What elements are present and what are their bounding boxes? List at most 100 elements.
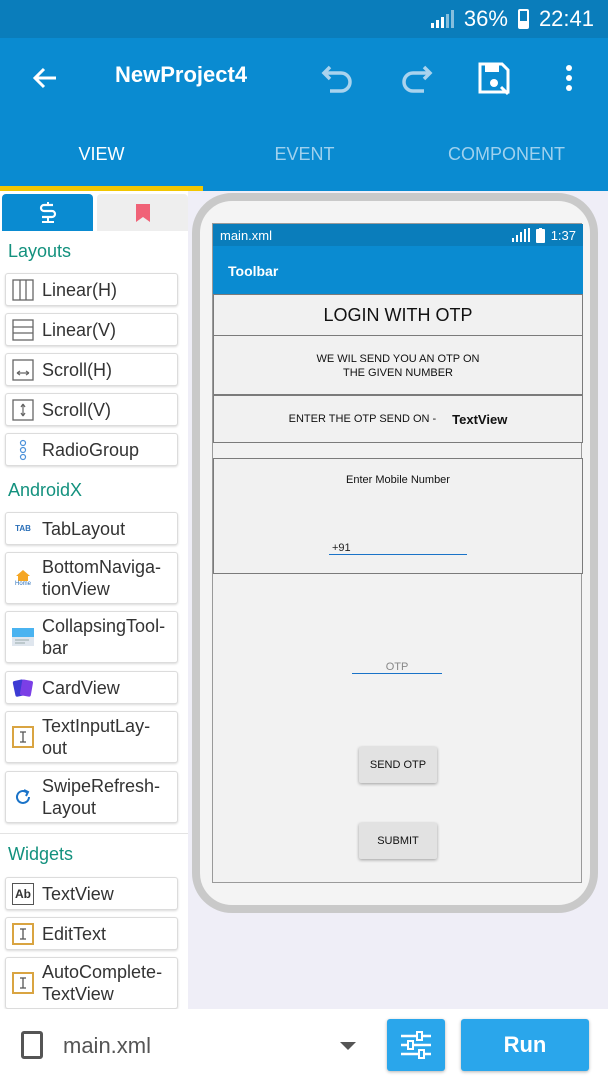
section-layouts: Layouts: [8, 241, 72, 261]
preview-info-text[interactable]: WE WIL SEND YOU AN OTP ON THE GIVEN NUMB…: [213, 335, 583, 395]
palette-item-label: CollapsingTool- bar: [42, 616, 166, 658]
submit-button[interactable]: SUBMIT: [359, 823, 437, 859]
phone-frame: main.xml 1:37 Toolbar LOGIN WITH OTP WE …: [192, 193, 598, 913]
preview-battery-icon: [535, 227, 545, 243]
sliders-icon: [401, 1031, 431, 1059]
file-icon: [21, 1031, 43, 1059]
palette-item-label: BottomNaviga- tionView: [42, 557, 162, 599]
status-bar: 36% 22:41: [0, 0, 608, 38]
palette-item-label: AutoComplete- TextView: [42, 962, 163, 1004]
palette-tab-bookmarks[interactable]: [97, 194, 188, 231]
preview-clock: 1:37: [550, 227, 576, 243]
scroll-h-icon: [12, 358, 34, 381]
save-icon[interactable]: [474, 58, 514, 98]
card-view-icon: [12, 677, 34, 699]
palette-tabs: [2, 194, 188, 231]
more-options-icon[interactable]: [549, 58, 589, 98]
palette-item-collapsingtoolbar[interactable]: CollapsingTool- bar: [5, 611, 178, 663]
scroll-v-icon: [12, 398, 34, 421]
mobile-label: Enter Mobile Number: [346, 474, 450, 486]
edit-text-icon: [12, 922, 34, 945]
back-arrow-icon[interactable]: [25, 58, 65, 98]
preview-toolbar[interactable]: Toolbar: [213, 246, 583, 294]
send-otp-button[interactable]: SEND OTP: [359, 747, 437, 783]
preview-screen: main.xml 1:37 Toolbar LOGIN WITH OTP WE …: [212, 223, 583, 883]
linear-v-icon: [12, 318, 34, 341]
editor-tabs: VIEW EVENT COMPONENT: [0, 118, 608, 191]
file-selector[interactable]: main.xml: [63, 1033, 151, 1059]
swipe-refresh-icon: [12, 786, 34, 808]
tab-layout-icon: TAB: [12, 518, 34, 540]
chevron-down-icon[interactable]: [340, 1042, 356, 1050]
autocomplete-icon: [12, 972, 34, 994]
collapsing-toolbar-icon: [12, 626, 34, 648]
widget-list-icon: [39, 201, 56, 223]
info-line-2: THE GIVEN NUMBER: [342, 367, 453, 379]
text-view-icon: Ab: [12, 882, 34, 905]
palette-item-label: Scroll(V): [42, 399, 112, 420]
widget-palette: Layouts Linear(H) Linear(V) Scroll(H) Sc…: [0, 191, 188, 1009]
text-input-layout-icon: [12, 726, 34, 748]
tab-view[interactable]: VIEW: [0, 144, 203, 165]
palette-item-autocompletetextview[interactable]: AutoComplete- TextView: [5, 957, 178, 1009]
palette-item-label: SwipeRefresh- Layout: [42, 776, 161, 818]
bottom-navigation-icon: Home: [12, 567, 34, 589]
palette-item-linear-h[interactable]: Linear(H): [5, 273, 178, 306]
bottom-navigation-icon-text: Home: [14, 580, 31, 587]
palette-item-label: Linear(V): [42, 319, 117, 340]
palette-item-bottomnavigationview[interactable]: Home BottomNaviga- tionView: [5, 552, 178, 604]
palette-item-cardview[interactable]: CardView: [5, 671, 178, 704]
tab-event[interactable]: EVENT: [203, 144, 406, 165]
palette-item-radiogroup[interactable]: RadioGroup: [5, 433, 178, 466]
palette-item-edittext[interactable]: EditText: [5, 917, 178, 950]
palette-item-label: Scroll(H): [42, 359, 112, 380]
palette-item-scroll-v[interactable]: Scroll(V): [5, 393, 178, 426]
otp-textview: TextView: [452, 411, 508, 427]
preview-mobile-box[interactable]: Enter Mobile Number +91: [213, 458, 583, 574]
palette-tab-widgets[interactable]: [2, 194, 93, 231]
app-bar: NewProject4: [0, 38, 608, 118]
radio-group-icon: [12, 439, 34, 461]
palette-item-textinputlayout[interactable]: TextInputLay- out: [5, 711, 178, 763]
tab-component[interactable]: COMPONENT: [405, 144, 608, 165]
battery-icon: [517, 9, 529, 29]
palette-item-label: TextInputLay- out: [42, 716, 151, 758]
palette-item-scroll-h[interactable]: Scroll(H): [5, 353, 178, 386]
otp-label: ENTER THE OTP SEND ON -: [288, 413, 437, 425]
palette-item-tablayout[interactable]: TAB TabLayout: [5, 512, 178, 545]
info-line-1: WE WIL SEND YOU AN OTP ON: [316, 353, 480, 365]
bookmark-icon: [135, 203, 150, 222]
palette-item-label: CardView: [42, 677, 120, 698]
palette-item-label: TextView: [42, 883, 114, 904]
design-canvas: main.xml 1:37 Toolbar LOGIN WITH OTP WE …: [188, 191, 608, 1009]
palette-item-label: Linear(H): [42, 279, 118, 300]
preview-signal-icon: [511, 228, 530, 242]
palette-item-textview[interactable]: Ab TextView: [5, 877, 178, 910]
preview-heading[interactable]: LOGIN WITH OTP: [213, 294, 583, 336]
otp-input[interactable]: OTP: [352, 661, 442, 674]
preview-file-name: main.xml: [220, 227, 273, 243]
palette-item-label: TabLayout: [42, 518, 126, 539]
linear-h-icon: [12, 278, 34, 301]
section-androidx: AndroidX: [8, 480, 83, 500]
mobile-input[interactable]: +91: [329, 542, 467, 555]
settings-button[interactable]: [387, 1019, 445, 1071]
run-button[interactable]: Run: [461, 1019, 589, 1071]
section-widgets: Widgets: [8, 844, 74, 864]
palette-item-swiperefreshlayout[interactable]: SwipeRefresh- Layout: [5, 771, 178, 823]
preview-status-bar: main.xml 1:37: [213, 224, 583, 246]
battery-percent: 36%: [463, 6, 508, 31]
bottom-bar: main.xml Run: [0, 1009, 608, 1080]
palette-item-label: EditText: [42, 923, 107, 944]
preview-otp-row[interactable]: ENTER THE OTP SEND ON - TextView: [213, 395, 583, 443]
redo-icon[interactable]: [396, 58, 436, 98]
clock: 22:41: [538, 6, 594, 31]
project-title: NewProject4: [115, 62, 248, 87]
palette-item-linear-v[interactable]: Linear(V): [5, 313, 178, 346]
palette-divider: [0, 833, 188, 834]
palette-item-label: RadioGroup: [42, 439, 140, 460]
text-view-icon-text: Ab: [15, 886, 31, 901]
undo-icon[interactable]: [318, 58, 358, 98]
signal-icon: [430, 10, 454, 28]
tab-layout-icon-text: TAB: [15, 524, 31, 533]
